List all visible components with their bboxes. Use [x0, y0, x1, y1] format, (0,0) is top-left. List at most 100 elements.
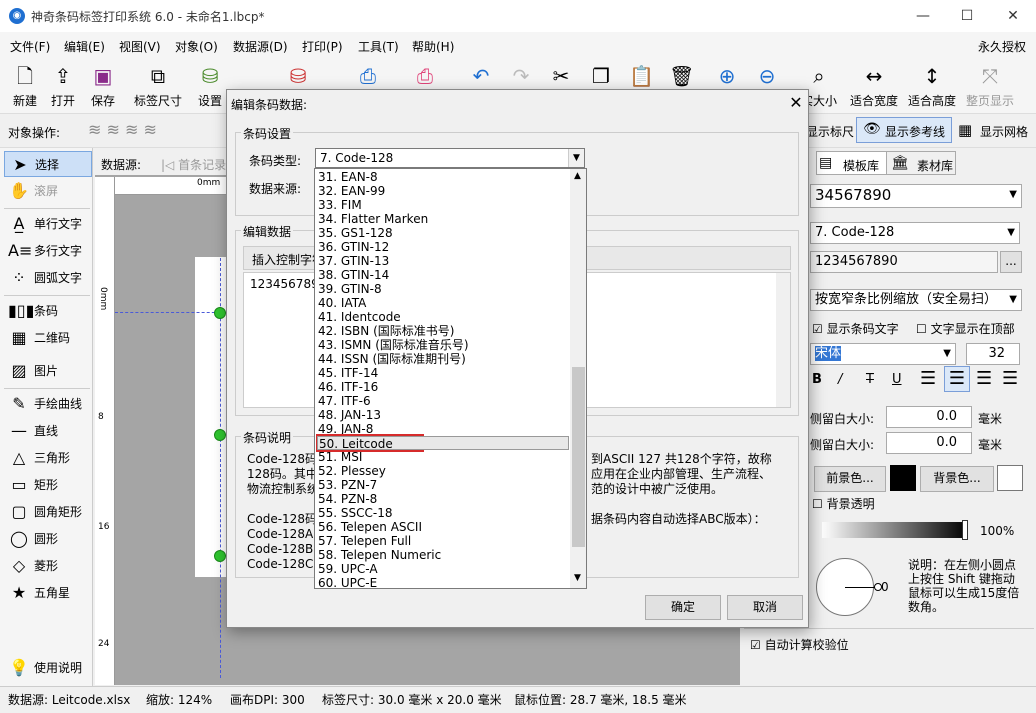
italic-button[interactable]: / [838, 372, 842, 387]
dropdown-option[interactable]: 51. MSI [317, 450, 569, 464]
label-size-button[interactable]: ⧉ 标签尺寸 [131, 58, 185, 112]
scroll-up-icon[interactable]: ▲ [574, 171, 581, 181]
dropdown-option[interactable]: 39. GTIN-8 [317, 282, 569, 296]
barcode-type-dropdown[interactable]: 31. EAN-8 32. EAN-99 33. FIM 34. Flatter Ma… [314, 168, 587, 589]
menu-edit[interactable]: 编辑(E) [64, 38, 105, 55]
dropdown-option[interactable]: 40. IATA [317, 296, 569, 310]
selection-handle[interactable] [214, 429, 226, 441]
dropdown-option[interactable]: 47. ITF-6 [317, 394, 569, 408]
dropdown-option[interactable]: 60. UPC-E [317, 576, 569, 588]
align-right-icon[interactable]: ☰ [976, 368, 992, 389]
tool-select[interactable]: ➤ 选择 [4, 151, 92, 177]
menu-help[interactable]: 帮助(H) [412, 38, 454, 55]
dropdown-option[interactable]: 50. Leitcode [317, 436, 569, 451]
show-text-checkbox[interactable]: ☑ 显示条码文字 [812, 320, 899, 337]
dropdown-option[interactable]: 57. Telepen Full [317, 534, 569, 548]
minimize-button[interactable]: — [900, 0, 946, 32]
tool-diamond[interactable]: ◇ 菱形 [4, 553, 92, 579]
full-page-button[interactable]: ⤧ 整页显示 [964, 58, 1016, 112]
scrollbar-thumb[interactable] [572, 367, 585, 547]
dropdown-option[interactable]: 34. Flatter Marken [317, 212, 569, 226]
menu-view[interactable]: 视图(V) [119, 38, 161, 55]
align-left-icon[interactable]: ☰ [920, 368, 936, 389]
fit-height-button[interactable]: ↕ 适合高度 [906, 58, 958, 112]
fit-width-button[interactable]: ↔ 适合宽度 [848, 58, 900, 112]
dropdown-option[interactable]: 36. GTIN-12 [317, 240, 569, 254]
dropdown-option[interactable]: 38. GTIN-14 [317, 268, 569, 282]
align-justify-icon[interactable]: ☰ [1002, 368, 1018, 389]
menu-datasource[interactable]: 数据源(D) [233, 38, 288, 55]
bold-button[interactable]: B [812, 372, 822, 387]
close-button[interactable]: ✕ [990, 0, 1036, 32]
layer-icon[interactable]: ≋ ≋ ≋ ≋ [88, 120, 157, 139]
align-center-icon[interactable]: ☰ [944, 366, 970, 392]
opacity-slider[interactable] [822, 522, 968, 538]
tool-star[interactable]: ★ 五角星 [4, 580, 92, 606]
label-canvas[interactable] [195, 257, 227, 577]
strikethrough-button[interactable]: T [866, 372, 874, 387]
tool-arc-text[interactable]: ⁘ 圆弧文字 [4, 265, 92, 291]
dropdown-option[interactable]: 43. ISMN (国际标准音乐号) [317, 338, 569, 352]
menu-object[interactable]: 对象(O) [175, 38, 218, 55]
dropdown-option[interactable]: 54. PZN-8 [317, 492, 569, 506]
data-value-field[interactable]: 1234567890 [810, 251, 998, 273]
textarea-scrollbar[interactable] [776, 273, 790, 407]
dropdown-option[interactable]: 37. GTIN-13 [317, 254, 569, 268]
bg-transparent-checkbox[interactable]: ☐ 背景透明 [812, 495, 875, 512]
font-size-input[interactable]: 32 [966, 343, 1020, 365]
dropdown-option[interactable]: 42. ISBN (国际标准书号) [317, 324, 569, 338]
selection-handle[interactable] [214, 307, 226, 319]
dropdown-option[interactable]: 44. ISSN (国际标准期刊号) [317, 352, 569, 366]
first-record-button[interactable]: |◁ 首条记录 [161, 156, 226, 173]
dropdown-option[interactable]: 31. EAN-8 [317, 170, 569, 184]
foreground-color-button[interactable]: 前景色... [814, 466, 886, 492]
show-guides-toggle[interactable]: 👁 显示参考线 [856, 117, 952, 143]
tool-triangle[interactable]: △ 三角形 [4, 445, 92, 471]
right-margin-input[interactable]: 0.0 [886, 432, 972, 454]
opacity-slider-handle[interactable] [962, 520, 968, 540]
text-top-checkbox[interactable]: ☐ 文字显示在顶部 [916, 320, 1015, 337]
more-button[interactable]: ... [1000, 251, 1022, 273]
license-link[interactable]: 永久授权 [978, 38, 1026, 55]
tool-freehand[interactable]: ✎ 手绘曲线 [4, 391, 92, 417]
help-button[interactable]: 💡 使用说明 [4, 655, 92, 681]
chevron-down-icon[interactable]: ▼ [568, 149, 584, 167]
tool-rect[interactable]: ▭ 矩形 [4, 472, 92, 498]
cancel-button[interactable]: 取消 [727, 595, 803, 620]
ok-button[interactable]: 确定 [645, 595, 721, 620]
tab-templates[interactable]: ▤ 模板库 [816, 151, 894, 175]
dropdown-option[interactable]: 35. GS1-128 [317, 226, 569, 240]
dropdown-option[interactable]: 56. Telepen ASCII [317, 520, 569, 534]
dropdown-option[interactable]: 33. FIM [317, 198, 569, 212]
maximize-button[interactable]: ☐ [944, 0, 990, 32]
dropdown-option[interactable]: 41. Identcode [317, 310, 569, 324]
tool-image[interactable]: ▨ 图片 [4, 358, 92, 384]
barcode-type-select[interactable]: 7. Code-128 ▼ [810, 222, 1020, 244]
tool-scroll[interactable]: ✋ 滚屏 [4, 178, 92, 204]
dropdown-option[interactable]: 32. EAN-99 [317, 184, 569, 198]
settings-button[interactable]: ⛁ 设置 [194, 58, 226, 112]
tool-single-text[interactable]: A̲ 单行文字 [4, 211, 92, 237]
dropdown-option[interactable]: 52. Plessey [317, 464, 569, 478]
show-grid-toggle[interactable]: 显示网格 [980, 123, 1028, 140]
menu-print[interactable]: 打印(P) [302, 38, 343, 55]
barcode-type-combo[interactable]: 7. Code-128 ▼ [315, 148, 585, 168]
tool-circle[interactable]: ◯ 圆形 [4, 526, 92, 552]
dropdown-option[interactable]: 55. SSCC-18 [317, 506, 569, 520]
left-margin-input[interactable]: 0.0 [886, 406, 972, 428]
tab-assets[interactable]: 🏛 素材库 [886, 151, 956, 175]
dropdown-option[interactable]: 45. ITF-14 [317, 366, 569, 380]
menu-tools[interactable]: 工具(T) [358, 38, 399, 55]
barcode-value-field[interactable]: 34567890 ▼ [810, 184, 1022, 208]
dropdown-option[interactable]: 58. Telepen Numeric [317, 548, 569, 562]
foreground-color-swatch[interactable] [890, 465, 916, 491]
menu-file[interactable]: 文件(F) [10, 38, 50, 55]
scroll-down-icon[interactable]: ▼ [574, 573, 581, 583]
tool-qrcode[interactable]: ▦ 二维码 [4, 325, 92, 351]
desc-scrollbar[interactable] [779, 456, 793, 572]
dropdown-option[interactable]: 53. PZN-7 [317, 478, 569, 492]
show-ruler-toggle[interactable]: 显示标尺 [806, 123, 854, 140]
background-color-swatch[interactable] [997, 465, 1023, 491]
tool-barcode[interactable]: ▮▯▮ 条码 [4, 298, 92, 324]
dropdown-option[interactable]: 59. UPC-A [317, 562, 569, 576]
